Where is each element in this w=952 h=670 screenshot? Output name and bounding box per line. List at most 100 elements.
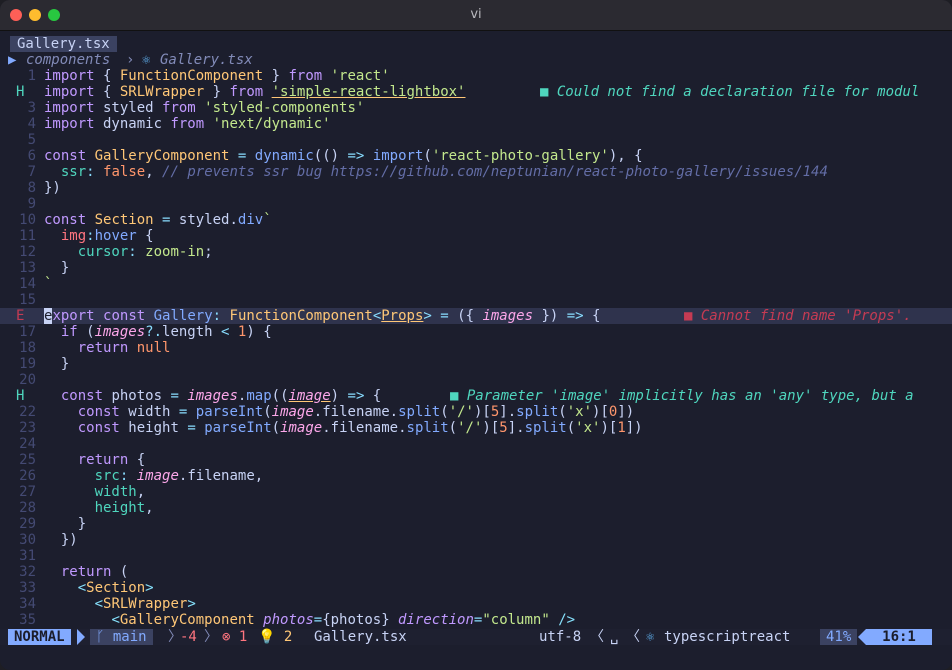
code-line[interactable]: 1 import { FunctionComponent } from 'reac… [0, 68, 952, 84]
breadcrumb-folder[interactable]: components [26, 52, 110, 68]
code-line[interactable]: 25 return { [0, 452, 952, 468]
code-line[interactable]: 9 [0, 196, 952, 212]
tabline: Gallery.tsx [0, 36, 952, 52]
code-line[interactable]: Himport { SRLWrapper } from 'simple-reac… [0, 84, 952, 100]
code-token: images [94, 324, 146, 340]
code-line[interactable]: 10 const Section = styled.div` [0, 212, 952, 228]
code-line[interactable]: 30 }) [0, 532, 952, 548]
code-line[interactable]: 35 <GalleryComponent photos={photos} dir… [0, 612, 952, 628]
breadcrumb-file[interactable]: Gallery.tsx [160, 52, 253, 68]
code-line[interactable]: Eexport const Gallery: FunctionComponent… [0, 308, 952, 324]
line-number: 7 [27, 164, 36, 180]
git-branch: ᚴ main [90, 629, 153, 645]
code-token: (() [313, 148, 348, 164]
code-line[interactable]: 11 img:hover { [0, 228, 952, 244]
line-number: 35 [19, 612, 36, 628]
code-line[interactable]: 19 } [0, 356, 952, 372]
line-text: const width = parseInt(image.filename.sp… [44, 404, 634, 420]
code-line[interactable]: 14 ` [0, 276, 952, 292]
position-separator [858, 629, 866, 645]
code-token: width [94, 484, 137, 500]
line-text: const height = parseInt(image.filename.s… [44, 420, 643, 436]
code-line[interactable]: 15 [0, 292, 952, 308]
code-token: div [237, 212, 264, 228]
line-text: return ( [44, 564, 128, 580]
code-token: split [516, 404, 559, 420]
code-token: )[ [482, 420, 500, 436]
code-token: ?. [145, 324, 163, 340]
code-token: 'react-photo-gallery' [431, 148, 609, 164]
code-line[interactable]: 26 src: image.filename, [0, 468, 952, 484]
code-token: import [44, 100, 95, 116]
code-line[interactable]: 28 height, [0, 500, 952, 516]
code-line[interactable]: 34 <SRLWrapper> [0, 596, 952, 612]
code-line[interactable]: 12 cursor: zoom-in; [0, 244, 952, 260]
code-line[interactable]: 23 const height = parseInt(image.filenam… [0, 420, 952, 436]
code-line[interactable]: 32 return ( [0, 564, 952, 580]
breadcrumb-separator: › [126, 52, 135, 68]
code-line[interactable]: 31 [0, 548, 952, 564]
code-line[interactable]: 24 [0, 436, 952, 452]
code-line[interactable]: 27 width, [0, 484, 952, 500]
line-text: import { SRLWrapper } from 'simple-react… [44, 84, 466, 100]
code-line[interactable]: 5 [0, 132, 952, 148]
code-token: > [187, 596, 196, 612]
code-token: from [229, 84, 264, 100]
code-token: const [44, 148, 87, 164]
line-number: 15 [19, 292, 36, 308]
code-token: ) [330, 388, 348, 404]
code-token: }) [44, 180, 61, 196]
code-token: 5 [499, 420, 508, 436]
code-token: : [128, 244, 137, 260]
code-token: image [136, 468, 179, 484]
code-line[interactable]: 7 ssr: false, // prevents ssr bug https:… [0, 164, 952, 180]
code-line[interactable]: 4 import dynamic from 'next/dynamic' [0, 116, 952, 132]
code-token: ( [263, 404, 272, 420]
code-token: { [136, 228, 154, 244]
code-token: zoom-in [145, 244, 205, 260]
code-line[interactable]: 13 } [0, 260, 952, 276]
line-text: width, [44, 484, 146, 500]
code-line[interactable]: 18 return null [0, 340, 952, 356]
code-token: ]. [499, 404, 517, 420]
code-line[interactable]: 33 <Section> [0, 580, 952, 596]
code-line[interactable]: 29 } [0, 516, 952, 532]
code-line[interactable]: 17 if (images?.length < 1) { [0, 324, 952, 340]
line-number: 10 [19, 212, 36, 228]
code-area[interactable]: 1 import { FunctionComponent } from 'reac… [0, 68, 952, 628]
code-token: ( [448, 420, 458, 436]
code-line[interactable]: 6 const GalleryComponent = dynamic(() => … [0, 148, 952, 164]
code-token: = [440, 308, 449, 324]
tab-gallery-tsx[interactable]: Gallery.tsx [10, 36, 117, 52]
code-token: 1 [617, 420, 626, 436]
code-token: height [119, 420, 188, 436]
code-token: }) [533, 308, 567, 324]
line-number: 8 [27, 180, 36, 196]
editor[interactable]: Gallery.tsx ▶ components › ⚛ Gallery.tsx 1 im… [0, 31, 952, 670]
code-token: , [145, 500, 154, 516]
code-token: > [145, 580, 154, 596]
code-line[interactable]: 3 import styled from 'styled-components' [0, 100, 952, 116]
code-line[interactable]: 8}) [0, 180, 952, 196]
code-token: "column" [482, 612, 550, 628]
code-token: hover [94, 228, 137, 244]
line-number: 6 [27, 148, 36, 164]
code-token: ]. [507, 420, 525, 436]
line-number: 13 [19, 260, 36, 276]
code-line[interactable]: H const photos = images.map((image) => {… [0, 388, 952, 404]
code-line[interactable]: 22 const width = parseInt(image.filename… [0, 404, 952, 420]
line-number: 28 [19, 500, 36, 516]
line-number: 1 [27, 68, 36, 84]
line-text: ` [44, 276, 52, 292]
code-line[interactable]: 20 [0, 372, 952, 388]
